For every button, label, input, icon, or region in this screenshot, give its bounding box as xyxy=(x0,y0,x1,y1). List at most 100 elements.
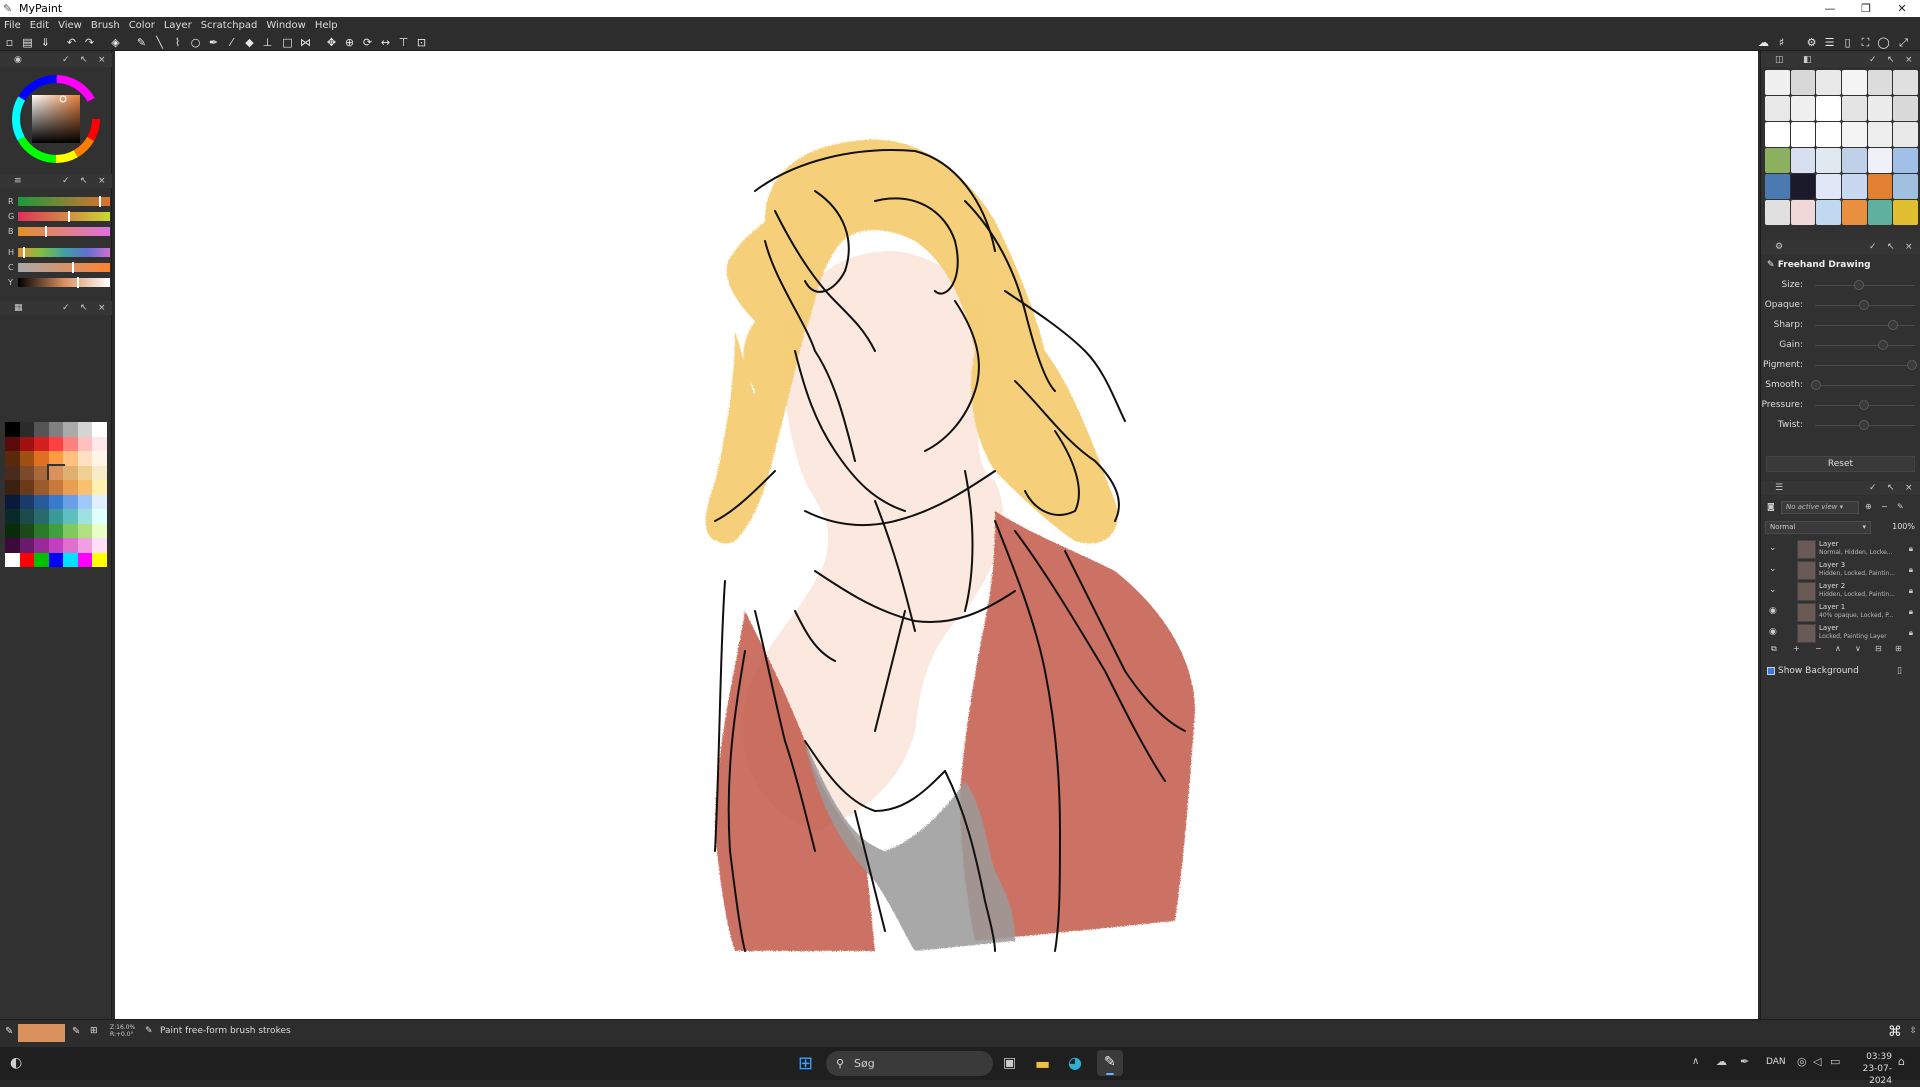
palette-swatch[interactable] xyxy=(5,552,20,567)
windows-start-icon[interactable]: ⊞ xyxy=(798,1053,813,1074)
brush-preset-tile[interactable] xyxy=(1842,96,1867,121)
brush-preset-tile[interactable] xyxy=(1790,174,1816,199)
brush-edit-icon[interactable]: ✎ xyxy=(72,1026,80,1037)
brush-preset-tile[interactable] xyxy=(1867,70,1893,95)
brush-preset-tile[interactable] xyxy=(1790,70,1816,95)
palette-swatch[interactable] xyxy=(92,436,107,451)
panel-close-icon[interactable]: × xyxy=(1905,240,1913,254)
inking-tool-icon[interactable]: ✒ xyxy=(206,35,221,50)
slider-knob[interactable] xyxy=(67,211,70,222)
battery-icon[interactable]: ▭ xyxy=(1830,1055,1840,1068)
palette-swatch[interactable] xyxy=(77,538,92,553)
blue-slider[interactable]: B xyxy=(6,226,110,237)
palette-swatch[interactable] xyxy=(5,422,20,437)
palette-swatch[interactable] xyxy=(34,523,49,538)
add-layer-group-icon[interactable]: ⧉ xyxy=(1771,644,1777,654)
language-indicator[interactable]: DAN xyxy=(1766,1057,1786,1067)
lock-icon[interactable]: 🔒︎ xyxy=(1909,544,1913,554)
menu-layer[interactable]: Layer xyxy=(164,20,192,31)
tray-overflow-icon[interactable]: ∧ xyxy=(1692,1056,1699,1067)
taskbar-search-box[interactable]: ⚲ Søg xyxy=(826,1051,993,1076)
panel-close-icon[interactable]: × xyxy=(98,174,106,188)
expand-icon[interactable]: ⤢ xyxy=(1896,35,1911,50)
show-background-checkbox[interactable] xyxy=(1767,667,1775,675)
brush-preset-tile[interactable] xyxy=(1842,122,1867,147)
brush-preset-tile[interactable] xyxy=(1816,96,1842,121)
brush-preset-tile[interactable] xyxy=(1790,148,1816,173)
brush-property-knob[interactable] xyxy=(1859,400,1869,410)
palette-swatch[interactable] xyxy=(5,538,20,553)
panel-options-icon[interactable]: ✓ xyxy=(62,301,70,315)
palette-swatch[interactable] xyxy=(63,523,78,538)
palette-swatch[interactable] xyxy=(48,436,63,451)
scratchpad-thumb-icon[interactable]: ⌘ xyxy=(1888,1024,1902,1040)
reset-button[interactable]: Reset xyxy=(1766,456,1915,472)
pen-icon[interactable]: ✒ xyxy=(1740,1055,1749,1068)
layers-tab-icon[interactable]: ☰ xyxy=(1775,481,1783,495)
palette-swatch[interactable] xyxy=(48,509,63,524)
remove-layer-icon[interactable]: − xyxy=(1815,644,1822,653)
minimize-button[interactable]: — xyxy=(1812,0,1848,17)
palette-swatch[interactable] xyxy=(19,436,34,451)
brush-property-knob[interactable] xyxy=(1907,360,1917,370)
eye-closed-icon[interactable]: ⌄ xyxy=(1769,585,1777,595)
brush-preset-tile[interactable] xyxy=(1893,174,1919,199)
color-picker-icon[interactable]: ⁄ xyxy=(224,35,239,50)
palette-swatch[interactable] xyxy=(5,494,20,509)
lock-icon[interactable]: 🔒︎ xyxy=(1909,586,1913,596)
brush-preset-tile[interactable] xyxy=(1842,148,1867,173)
menu-help[interactable]: Help xyxy=(315,20,338,31)
green-slider[interactable]: G xyxy=(6,211,110,222)
view-select[interactable]: No active view ▾ xyxy=(1781,501,1859,514)
edit-view-icon[interactable]: ✎ xyxy=(1897,502,1904,511)
palette-swatch[interactable] xyxy=(34,509,49,524)
palette-swatch[interactable] xyxy=(63,552,78,567)
brush-property-knob[interactable] xyxy=(1859,420,1869,430)
palette-swatch[interactable] xyxy=(63,480,78,495)
slider-knob[interactable] xyxy=(76,277,79,288)
menu-edit[interactable]: Edit xyxy=(30,20,49,31)
palette-swatch[interactable] xyxy=(77,465,92,480)
palette-swatch[interactable] xyxy=(48,480,63,495)
chroma-slider[interactable]: C xyxy=(6,262,110,273)
palette-swatch[interactable] xyxy=(34,451,49,466)
brush-preset-tile[interactable] xyxy=(1816,122,1842,147)
panel-close-icon[interactable]: × xyxy=(1905,53,1913,67)
maximize-button[interactable]: ❐ xyxy=(1848,0,1884,17)
palette-swatch[interactable] xyxy=(5,509,20,524)
panel-close-icon[interactable]: × xyxy=(1905,481,1913,495)
layer-row[interactable]: ◉ Layer 1 40% opaque, Locked, P... 🔒︎ xyxy=(1765,602,1917,623)
menu-color[interactable]: Color xyxy=(129,20,155,31)
palette-swatch[interactable] xyxy=(77,552,92,567)
brush-preset-tile[interactable] xyxy=(1765,122,1790,147)
palette-swatch[interactable] xyxy=(48,523,63,538)
brush-property-knob[interactable] xyxy=(1887,320,1898,330)
palette-swatch[interactable] xyxy=(92,480,107,495)
brush-preset-tile[interactable] xyxy=(1867,122,1893,147)
reset-view-icon[interactable]: ⊡ xyxy=(414,35,429,50)
palette-swatch[interactable] xyxy=(48,422,63,437)
freehand-brush-icon[interactable]: ✎ xyxy=(134,35,149,50)
palette-swatch[interactable] xyxy=(92,465,107,480)
layer-opacity-value[interactable]: 100% xyxy=(1892,522,1915,531)
eye-icon[interactable]: ◉ xyxy=(1769,627,1777,637)
file-explorer-icon[interactable]: ▬ xyxy=(1035,1054,1050,1073)
palette-swatch[interactable] xyxy=(34,465,49,480)
palette-swatch[interactable] xyxy=(63,451,78,466)
redo-icon[interactable]: ↷ xyxy=(82,35,97,50)
lock-icon[interactable]: 🔒︎ xyxy=(1909,565,1913,575)
palette-swatch[interactable] xyxy=(34,494,49,509)
palette-swatch[interactable] xyxy=(5,451,20,466)
duplicate-layer-icon[interactable]: ⊟ xyxy=(1875,644,1882,653)
brush-preset-tile[interactable] xyxy=(1893,122,1919,147)
brush-preset-tile[interactable] xyxy=(1816,200,1842,225)
fit-view-icon[interactable]: ⊤ xyxy=(396,35,411,50)
slider-knob[interactable] xyxy=(45,226,47,237)
panel-detach-icon[interactable]: ↖ xyxy=(80,174,88,188)
panel-detach-icon[interactable]: ↖ xyxy=(80,301,88,315)
palette-swatch[interactable] xyxy=(5,465,20,480)
volume-icon[interactable]: ◁ xyxy=(1813,1055,1821,1068)
brush-property-slider[interactable] xyxy=(1815,285,1915,286)
palette-swatch[interactable] xyxy=(92,523,107,538)
edge-browser-icon[interactable]: ◕ xyxy=(1068,1053,1082,1072)
